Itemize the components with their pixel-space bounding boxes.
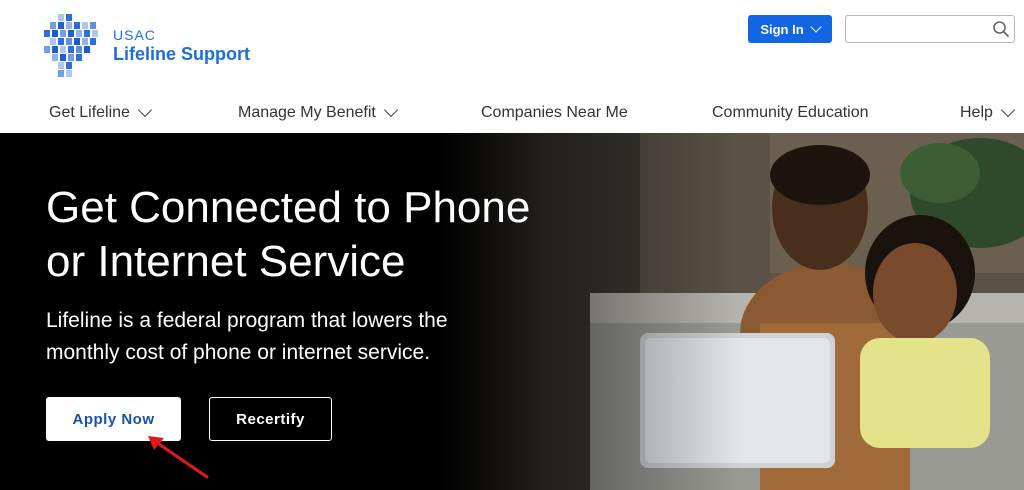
red-arrow-icon [148, 436, 209, 479]
recertify-button[interactable]: Recertify [209, 397, 332, 441]
site-header: USAC Lifeline Support Sign In [0, 0, 1024, 96]
nav-item-get-lifeline[interactable]: Get Lifeline [49, 102, 153, 122]
nav-item-community-education[interactable]: Community Education [712, 104, 869, 122]
nav-item-companies-near-me[interactable]: Companies Near Me [481, 104, 628, 122]
nav-item-label: Help [960, 104, 993, 121]
nav-item-help[interactable]: Help [960, 102, 1015, 122]
main-nav: Get Lifeline Manage My Benefit Companies… [0, 96, 1024, 132]
search-input[interactable] [850, 17, 994, 43]
nav-item-label: Get Lifeline [49, 104, 130, 121]
search-box[interactable] [845, 15, 1015, 43]
chevron-down-icon [1000, 102, 1015, 118]
usac-logo-mark [44, 14, 98, 77]
hero-description: Lifeline is a federal program that lower… [46, 309, 448, 364]
nav-item-label: Manage My Benefit [238, 104, 376, 121]
chevron-down-icon [383, 102, 398, 118]
search-icon[interactable] [992, 20, 1010, 38]
nav-item-label: Companies Near Me [481, 104, 628, 121]
logo-org-text: USAC [113, 27, 156, 43]
logo-program-name: Lifeline Support [113, 44, 250, 64]
nav-item-label: Community Education [712, 104, 869, 121]
site-logo[interactable]: USAC Lifeline Support [42, 12, 262, 82]
sign-in-button[interactable]: Sign In [748, 15, 832, 43]
chevron-down-icon [137, 102, 153, 118]
hero-title: Get Connected to Phone or Internet Servi… [46, 183, 531, 286]
chevron-down-icon [810, 21, 822, 33]
nav-item-manage-my-benefit[interactable]: Manage My Benefit [238, 102, 398, 122]
sign-in-label: Sign In [760, 21, 804, 37]
